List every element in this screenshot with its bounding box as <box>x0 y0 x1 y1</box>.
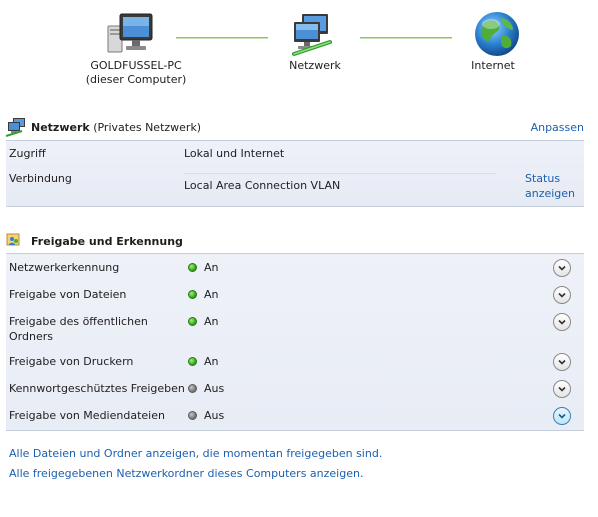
customize-link[interactable]: Anpassen <box>531 121 584 134</box>
sharing-title: Freigabe und Erkennung <box>31 235 183 248</box>
status-indicator: An <box>188 261 219 274</box>
status-off-icon <box>188 411 197 420</box>
network-label: Netzwerk <box>289 59 341 72</box>
expand-public-folder-button[interactable] <box>553 313 571 331</box>
status-link-line2[interactable]: anzeigen <box>525 186 575 201</box>
status-text: An <box>204 288 219 301</box>
computer-name: GOLDFUSSEL-PC <box>90 59 182 72</box>
status-on-icon <box>188 263 197 272</box>
access-value: Lokal und Internet <box>184 147 285 160</box>
status-text: An <box>204 261 219 274</box>
sharing-row-label: Netzwerkerkennung <box>9 261 120 274</box>
status-text: Aus <box>204 382 225 395</box>
status-text: An <box>204 355 219 368</box>
access-label: Zugriff <box>9 147 46 160</box>
network-title: Netzwerk (Privates Netzwerk) <box>31 121 201 134</box>
status-indicator: An <box>188 288 219 301</box>
sharing-icon <box>6 232 22 248</box>
connection-line-1 <box>176 37 268 39</box>
sharing-row-label: Freigabe von Mediendateien <box>9 409 165 422</box>
chevron-down-icon <box>558 386 566 392</box>
show-shared-files-link[interactable]: Alle Dateien und Ordner anzeigen, die mo… <box>9 447 382 460</box>
sharing-row-label-line2: Ordners <box>9 330 53 343</box>
chevron-down-icon <box>558 292 566 298</box>
computer-icon[interactable] <box>106 12 156 56</box>
status-indicator: Aus <box>188 409 224 422</box>
network-title-name: Netzwerk <box>31 121 90 134</box>
globe-icon[interactable] <box>473 10 521 58</box>
network-section-header: Netzwerk (Privates Netzwerk) Anpassen <box>5 116 584 138</box>
expand-printer-sharing-button[interactable] <box>553 353 571 371</box>
computer-subtitle: (dieser Computer) <box>85 73 187 86</box>
status-indicator: An <box>188 355 219 368</box>
status-on-icon <box>188 290 197 299</box>
row-divider <box>184 173 496 174</box>
network-title-type: (Privates Netzwerk) <box>89 121 202 134</box>
status-link[interactable]: Status anzeigen <box>525 171 575 201</box>
chevron-down-icon <box>558 359 566 365</box>
sharing-row-label: Freigabe von Druckern <box>9 355 134 368</box>
status-off-icon <box>188 384 197 393</box>
chevron-down-icon <box>558 319 566 325</box>
status-indicator: Aus <box>188 382 224 395</box>
internet-label: Internet <box>471 59 515 72</box>
expand-network-discovery-button[interactable] <box>553 259 571 277</box>
sharing-row-label: Kennwortgeschütztes Freigeben <box>9 382 185 395</box>
sharing-row-label-line1: Freigabe des öffentlichen <box>9 315 148 328</box>
network-small-icon <box>5 117 26 137</box>
computer-label: GOLDFUSSEL-PC (dieser Computer) <box>78 59 194 87</box>
status-text: An <box>204 315 219 328</box>
expand-media-sharing-button[interactable] <box>553 407 571 425</box>
sharing-row-label: Freigabe von Dateien <box>9 288 127 301</box>
expand-file-sharing-button[interactable] <box>553 286 571 304</box>
status-on-icon <box>188 357 197 366</box>
status-indicator: An <box>188 315 219 328</box>
connection-label: Verbindung <box>9 172 72 185</box>
sharing-row-label: Freigabe des öffentlichen Ordners <box>9 314 179 344</box>
sharing-section-header: Freigabe und Erkennung <box>6 230 584 252</box>
status-text: Aus <box>204 409 225 422</box>
status-on-icon <box>188 317 197 326</box>
show-shared-folders-link[interactable]: Alle freigegebenen Netzwerkordner dieses… <box>9 467 363 480</box>
connection-value: Local Area Connection VLAN <box>184 179 341 192</box>
network-icon[interactable] <box>290 12 340 58</box>
chevron-down-icon <box>558 265 566 271</box>
sharing-panel: Netzwerkerkennung An Freigabe von Dateie… <box>6 253 584 431</box>
connection-line-2 <box>360 37 452 39</box>
status-link-line1[interactable]: Status <box>525 171 575 186</box>
network-details-panel: Zugriff Lokal und Internet Verbindung Lo… <box>6 140 584 207</box>
chevron-down-icon <box>558 413 566 419</box>
expand-password-protected-button[interactable] <box>553 380 571 398</box>
